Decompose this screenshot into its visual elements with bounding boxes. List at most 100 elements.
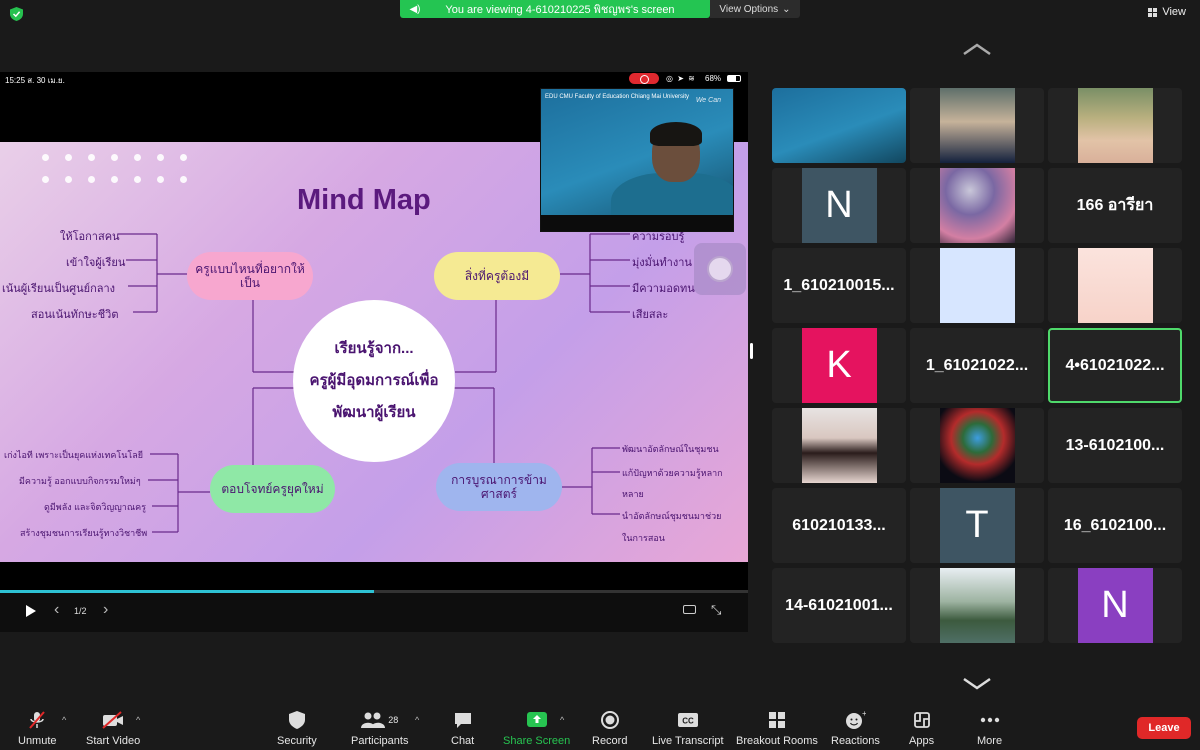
reactions-button[interactable]: + Reactions [831, 710, 880, 747]
security-label: Security [277, 735, 317, 747]
apps-button[interactable]: Apps [909, 710, 934, 747]
participant-name: 1_610210015... [783, 276, 895, 294]
participant-tile[interactable]: N [772, 168, 906, 243]
previous-page-icon[interactable]: ‹ [54, 601, 59, 619]
leaf-text: สร้างชุมชนการเรียนรู้ทางวิชาชีพ [20, 528, 148, 538]
scroll-up-chevron-icon[interactable] [962, 42, 992, 56]
participant-tile[interactable] [1048, 248, 1182, 323]
participant-tile[interactable]: 166 อารียา [1048, 168, 1182, 243]
keyboard-icon[interactable] [683, 605, 696, 614]
speaker-icon: ◀) [409, 3, 421, 15]
chat-button[interactable]: Chat [451, 710, 474, 747]
more-dots-icon [977, 710, 1002, 730]
participant-photo [939, 248, 1015, 323]
assistive-touch-button[interactable] [694, 243, 746, 295]
leaf-text: มีความอดทน [632, 283, 695, 295]
start-video-button[interactable]: Start Video [86, 710, 140, 747]
security-button[interactable]: Security [277, 710, 317, 747]
record-button[interactable]: Record [592, 710, 627, 747]
security-shield-icon[interactable] [10, 7, 23, 21]
live-transcript-button[interactable]: CC Live Transcript [652, 710, 724, 747]
share-options-caret-icon[interactable]: ^ [560, 715, 564, 725]
participant-tile[interactable]: 14-61021001... [772, 568, 906, 643]
panel-resize-handle[interactable] [750, 343, 753, 359]
more-button[interactable]: More [977, 710, 1002, 747]
leaf-text: ดูมีพลัง และจิตวิญญาณครู [44, 502, 147, 512]
presentation-controls: ‹ 1/2 › ⤡ [0, 593, 748, 632]
video-off-icon [86, 710, 140, 730]
participant-video [772, 88, 906, 163]
leave-button[interactable]: Leave [1137, 717, 1191, 739]
participant-name: 610210133... [792, 516, 886, 534]
participant-name: 4•61021022... [1065, 356, 1165, 374]
participants-icon: 28 [351, 710, 408, 730]
ipad-status-bar: 15:25 ส. 30 เม.ย. ◎ ➤ ≋ 68% [0, 72, 748, 86]
svg-text:CC: CC [682, 717, 694, 726]
participant-photo [939, 88, 1015, 163]
smiley-plus-icon: + [831, 710, 880, 730]
participants-count: 28 [388, 715, 399, 725]
participant-name: 13-6102100... [1065, 436, 1165, 454]
participant-tile[interactable]: 4•61021022... [1048, 328, 1182, 403]
we-can-sign: We Can [695, 97, 721, 104]
branch-node-teacher-ideal: ครูแบบไหนที่อยากให้เป็น [187, 252, 313, 300]
participant-tile[interactable] [1048, 88, 1182, 163]
status-icons: ◎ ➤ ≋ [666, 74, 696, 83]
status-time: 15:25 ส. 30 เม.ย. [5, 76, 65, 85]
participant-tile[interactable]: 13-6102100... [1048, 408, 1182, 483]
participant-tile[interactable] [910, 568, 1044, 643]
participant-tile[interactable]: N [1048, 568, 1182, 643]
page-indicator: 1/2 [74, 606, 87, 616]
participant-tile[interactable] [910, 168, 1044, 243]
participants-caret-icon[interactable]: ^ [415, 715, 419, 725]
participant-tile[interactable]: 1_61021022... [910, 328, 1044, 403]
participant-avatar: T [939, 488, 1015, 563]
participant-tile[interactable]: 610210133... [772, 488, 906, 563]
participant-tile[interactable] [910, 248, 1044, 323]
participant-tile[interactable]: T [910, 488, 1044, 563]
scroll-down-chevron-icon[interactable] [962, 677, 992, 691]
play-icon[interactable] [26, 605, 36, 617]
leaf-text: หลาย [622, 489, 644, 499]
participant-tile[interactable]: K [772, 328, 906, 403]
video-options-caret-icon[interactable]: ^ [136, 715, 140, 725]
speaker-video-overlay[interactable]: EDU CMU Faculty of Education Chiang Mai … [540, 88, 734, 232]
next-page-icon[interactable]: › [103, 601, 108, 619]
shared-screen: 15:25 ส. 30 เม.ย. ◎ ➤ ≋ 68% Mind Map เรี… [0, 72, 748, 632]
grid-view-icon [1148, 7, 1158, 17]
central-topic-line-1: เรียนรู้จาก... [334, 340, 414, 357]
view-options-button[interactable]: View Options ⌄ [710, 0, 800, 18]
record-icon [592, 710, 627, 730]
participant-avatar: N [801, 168, 877, 243]
participant-photo [1077, 88, 1153, 163]
participant-tile[interactable] [910, 408, 1044, 483]
participants-button[interactable]: 28 Participants [351, 710, 408, 747]
participant-tile[interactable] [772, 88, 906, 163]
participant-name: 1_61021022... [925, 356, 1029, 374]
cc-icon: CC [652, 710, 724, 730]
central-topic: เรียนรู้จาก... ครูผู้มีอุดมการณ์เพื่อ พั… [293, 300, 455, 462]
participant-tile[interactable]: 1_610210015... [772, 248, 906, 323]
participant-tile[interactable]: 16_6102100... [1048, 488, 1182, 563]
breakout-rooms-button[interactable]: Breakout Rooms [736, 710, 818, 747]
participant-name: 16_6102100... [1063, 516, 1167, 534]
breakout-rooms-icon [736, 710, 818, 730]
participant-tile[interactable] [772, 408, 906, 483]
view-button[interactable]: View [1148, 6, 1186, 18]
exit-fullscreen-icon[interactable]: ⤡ [711, 602, 721, 618]
participant-photo [939, 168, 1015, 243]
leaf-text: สอนเน้นทักษะชีวิต [31, 309, 119, 321]
participant-tile[interactable] [910, 88, 1044, 163]
central-topic-line-3: พัฒนาผู้เรียน [332, 404, 416, 421]
video-bottom-bar [541, 215, 733, 231]
view-label: View [1162, 6, 1186, 18]
speaker-hair [650, 122, 702, 146]
unmute-button[interactable]: Unmute [18, 710, 57, 747]
participant-avatar: K [801, 328, 877, 403]
top-bar: ◀) You are viewing 4-610210225 พิชญพร's … [0, 0, 1200, 26]
slide-title: Mind Map [297, 184, 431, 216]
battery-icon [727, 75, 741, 82]
meeting-toolbar: Unmute ^ Start Video ^ Security 28 Parti… [0, 706, 1200, 750]
audio-options-caret-icon[interactable]: ^ [62, 715, 66, 725]
participant-photo [801, 408, 877, 483]
